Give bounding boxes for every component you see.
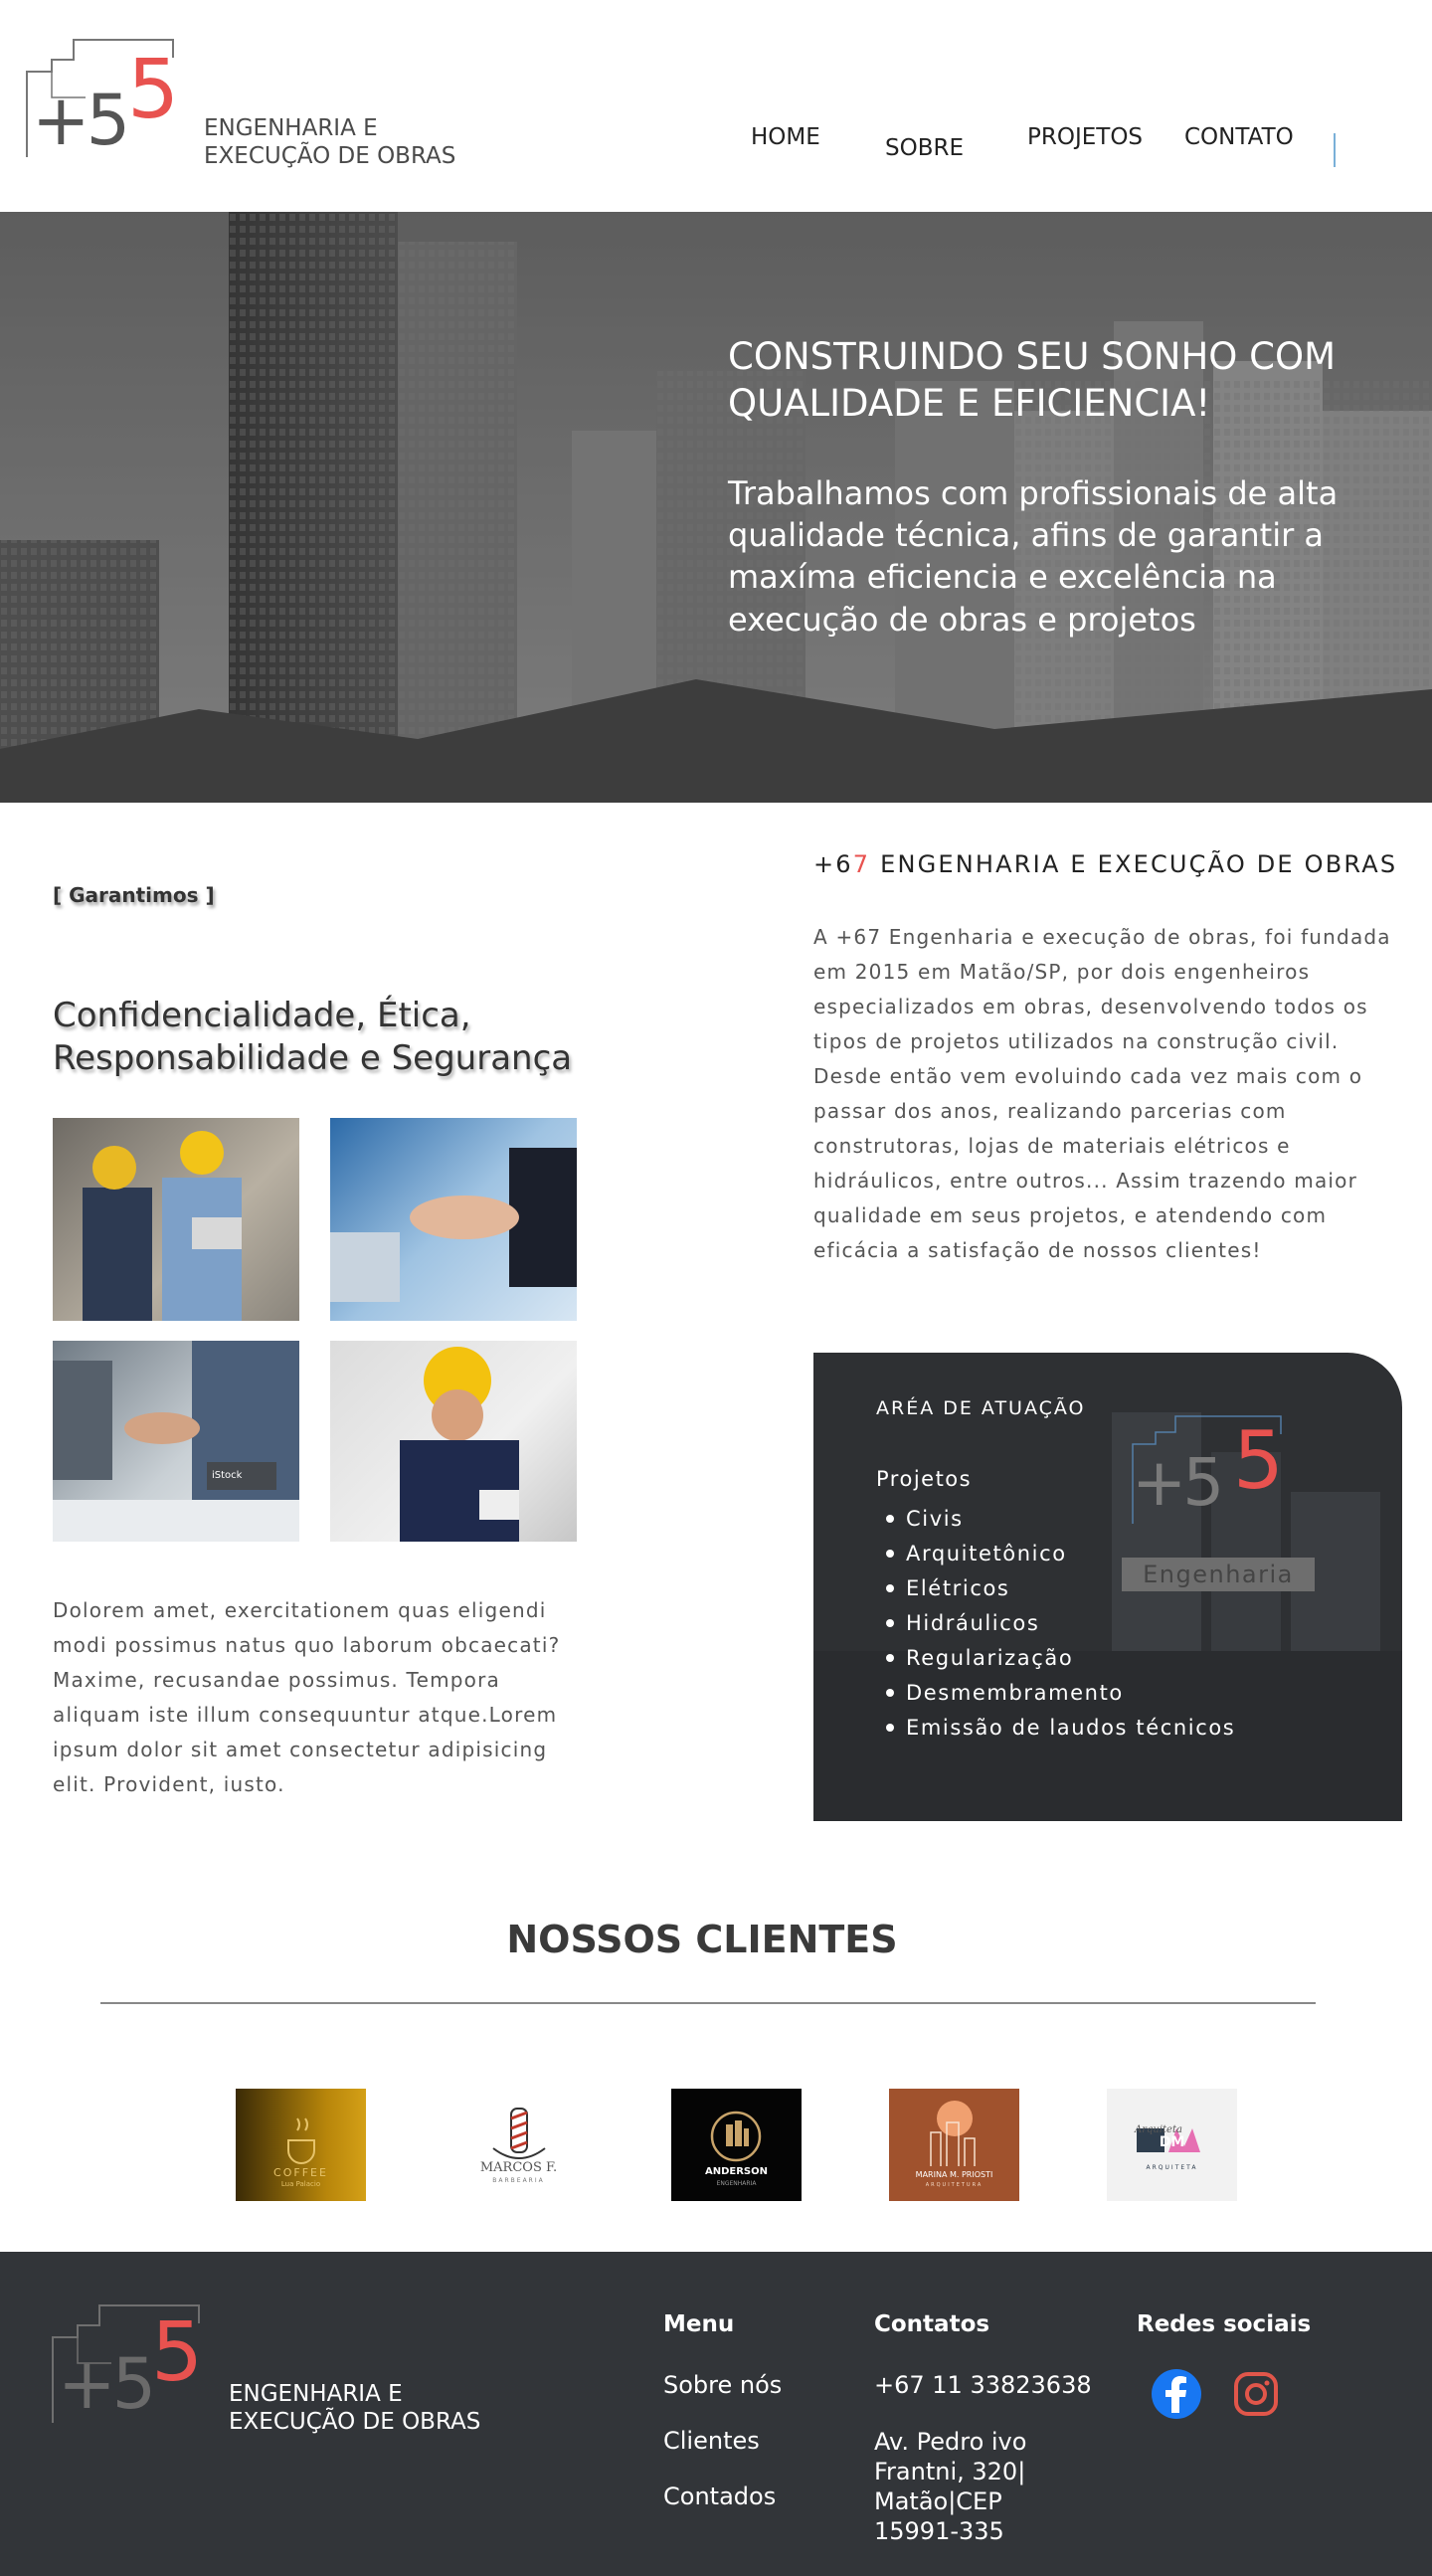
coffee-name: COFFEE xyxy=(273,2166,328,2179)
footer-link-contados[interactable]: Contados xyxy=(663,2483,782,2510)
about-title-rest: ENGENHARIA E EXECUÇÃO DE OBRAS xyxy=(870,850,1398,878)
footer-link-sobre[interactable]: Sobre nós xyxy=(663,2371,782,2399)
nav-projetos[interactable]: PROJETOS xyxy=(1027,124,1143,150)
footer-contacts-title: Contatos xyxy=(874,2311,990,2337)
nav-sobre[interactable]: SOBRE xyxy=(885,135,964,161)
guarantees-title: Confidencialidade, Ética, Responsabilida… xyxy=(53,995,610,1079)
marcos-name: MARCOS F. xyxy=(479,2160,558,2175)
footer-brand-line-1: ENGENHARIA E xyxy=(229,2381,403,2407)
watermark-five: 5 xyxy=(1233,1414,1284,1507)
coffee-logo[interactable]: COFFEE Lua Palacio xyxy=(236,2089,366,2201)
footer-phone[interactable]: +67 11 33823638 xyxy=(874,2371,1103,2399)
marina-sub: ARQUITETURA xyxy=(925,2182,984,2188)
footer-social: Redes sociais xyxy=(1137,2311,1311,2337)
clients-divider xyxy=(100,2002,1316,2004)
area-title: ARÉA DE ATUAÇÃO xyxy=(876,1397,1086,1419)
footer-brand-line-2: EXECUÇÃO DE OBRAS xyxy=(229,2408,481,2435)
clients-title: NOSSOS CLIENTES xyxy=(506,1918,898,1961)
footer-link-clientes[interactable]: Clientes xyxy=(663,2427,782,2455)
instagram-icon[interactable] xyxy=(1231,2369,1281,2419)
footer-menu-title: Menu xyxy=(663,2311,735,2337)
brand-line-1: ENGENHARIA E xyxy=(204,115,378,141)
anderson-name: ANDERSON xyxy=(704,2166,768,2177)
photo-handshake-city xyxy=(330,1118,577,1321)
marina-priosti-logo[interactable]: MARINA M. PRIOSTI ARQUITETURA xyxy=(889,2089,1019,2201)
area-item: Regularização xyxy=(876,1641,1235,1676)
photo-engineer-clipboard xyxy=(330,1341,577,1542)
about-title-red: 7 xyxy=(852,850,871,878)
dm-arquiteta-logo[interactable]: Arquiteta DM ARQUITETA xyxy=(1107,2089,1237,2201)
marcos-sub: BARBEARIA xyxy=(492,2177,545,2184)
footer-logo-five: 5 xyxy=(151,2305,204,2400)
anderson-sub: ENGENHARIA xyxy=(716,2180,757,2187)
footer-contacts: Contatos +67 11 33823638 Av. Pedro ivo F… xyxy=(874,2311,1103,2546)
footer-logo[interactable]: +5 5 xyxy=(52,2303,211,2428)
footer-brand-name: ENGENHARIA E EXECUÇÃO DE OBRAS xyxy=(229,2381,480,2436)
site-header: +5 5 ENGENHARIA E EXECUÇÃO DE OBRAS HOME… xyxy=(0,0,1432,212)
area-card: +5 5 Engenharia ARÉA DE ATUAÇÃO Projetos… xyxy=(813,1353,1402,1821)
hero-text: Trabalhamos com profissionais de alta qu… xyxy=(728,474,1339,639)
footer-menu: Menu Sobre nós Clientes Contados xyxy=(663,2311,782,2510)
brand-name: ENGENHARIA E EXECUÇÃO DE OBRAS xyxy=(204,115,455,170)
guarantees-tag: [ Garantimos ] xyxy=(53,883,215,907)
hero-title: CONSTRUINDO SEU SONHO COM QUALIDADE E EF… xyxy=(728,335,1337,426)
area-subtitle: Projetos xyxy=(876,1467,973,1491)
marcos-barber-logo[interactable]: MARCOS F. BARBEARIA xyxy=(453,2089,584,2201)
area-item: Civis xyxy=(876,1502,1235,1537)
footer-address: Av. Pedro ivo Frantni, 320| Matão|CEP 15… xyxy=(874,2428,1027,2545)
footer-social-title: Redes sociais xyxy=(1137,2311,1312,2337)
area-item: Desmembramento xyxy=(876,1676,1235,1711)
stock-label: iStock xyxy=(212,1470,243,1481)
area-item: Arquitetônico xyxy=(876,1537,1235,1571)
photo-engineers-tablet xyxy=(53,1118,299,1321)
photo-handshake-office: iStock xyxy=(53,1341,299,1542)
about-text: A +67 Engenharia e execução de obras, fo… xyxy=(813,925,1391,1262)
coffee-sub: Lua Palacio xyxy=(280,2180,321,2188)
facebook-icon[interactable] xyxy=(1152,2369,1201,2419)
guarantees-title-line-1: Confidencialidade, Ética, xyxy=(53,996,471,1035)
company-logo[interactable]: +5 5 xyxy=(26,38,185,162)
footer-logo-plus5: +5 xyxy=(58,2343,156,2425)
logo-five: 5 xyxy=(127,43,180,137)
nav-home[interactable]: HOME xyxy=(751,124,820,150)
area-item: Emissão de laudos técnicos xyxy=(876,1711,1235,1746)
logo-plus5: +5 xyxy=(32,80,130,161)
dm-letters: DM xyxy=(1159,2134,1185,2150)
hero-banner: CONSTRUINDO SEU SONHO COM QUALIDADE E EF… xyxy=(0,212,1432,803)
area-item: Elétricos xyxy=(876,1571,1235,1606)
nav-divider xyxy=(1334,133,1336,167)
anderson-logo[interactable]: ANDERSON ENGENHARIA xyxy=(671,2089,802,2201)
guarantees-title-line-2: Responsabilidade e Segurança xyxy=(53,1037,573,1078)
site-footer: +5 5 ENGENHARIA E EXECUÇÃO DE OBRAS Menu… xyxy=(0,2252,1432,2576)
area-item: Hidráulicos xyxy=(876,1606,1235,1641)
brand-line-2: EXECUÇÃO DE OBRAS xyxy=(204,142,456,169)
nav-contato[interactable]: CONTATO xyxy=(1184,124,1294,150)
guarantees-text: Dolorem amet, exercitationem quas eligen… xyxy=(53,1598,561,1796)
barber-pole-icon xyxy=(492,2108,546,2159)
dm-sub: ARQUITETA xyxy=(1146,2164,1198,2171)
about-title-prefix: +6 xyxy=(813,850,853,878)
marina-name: MARINA M. PRIOSTI xyxy=(915,2170,993,2179)
about-title: +67 ENGENHARIA E EXECUÇÃO DE OBRAS xyxy=(813,850,1397,878)
area-list: Civis Arquitetônico Elétricos Hidráulico… xyxy=(876,1502,1235,1746)
